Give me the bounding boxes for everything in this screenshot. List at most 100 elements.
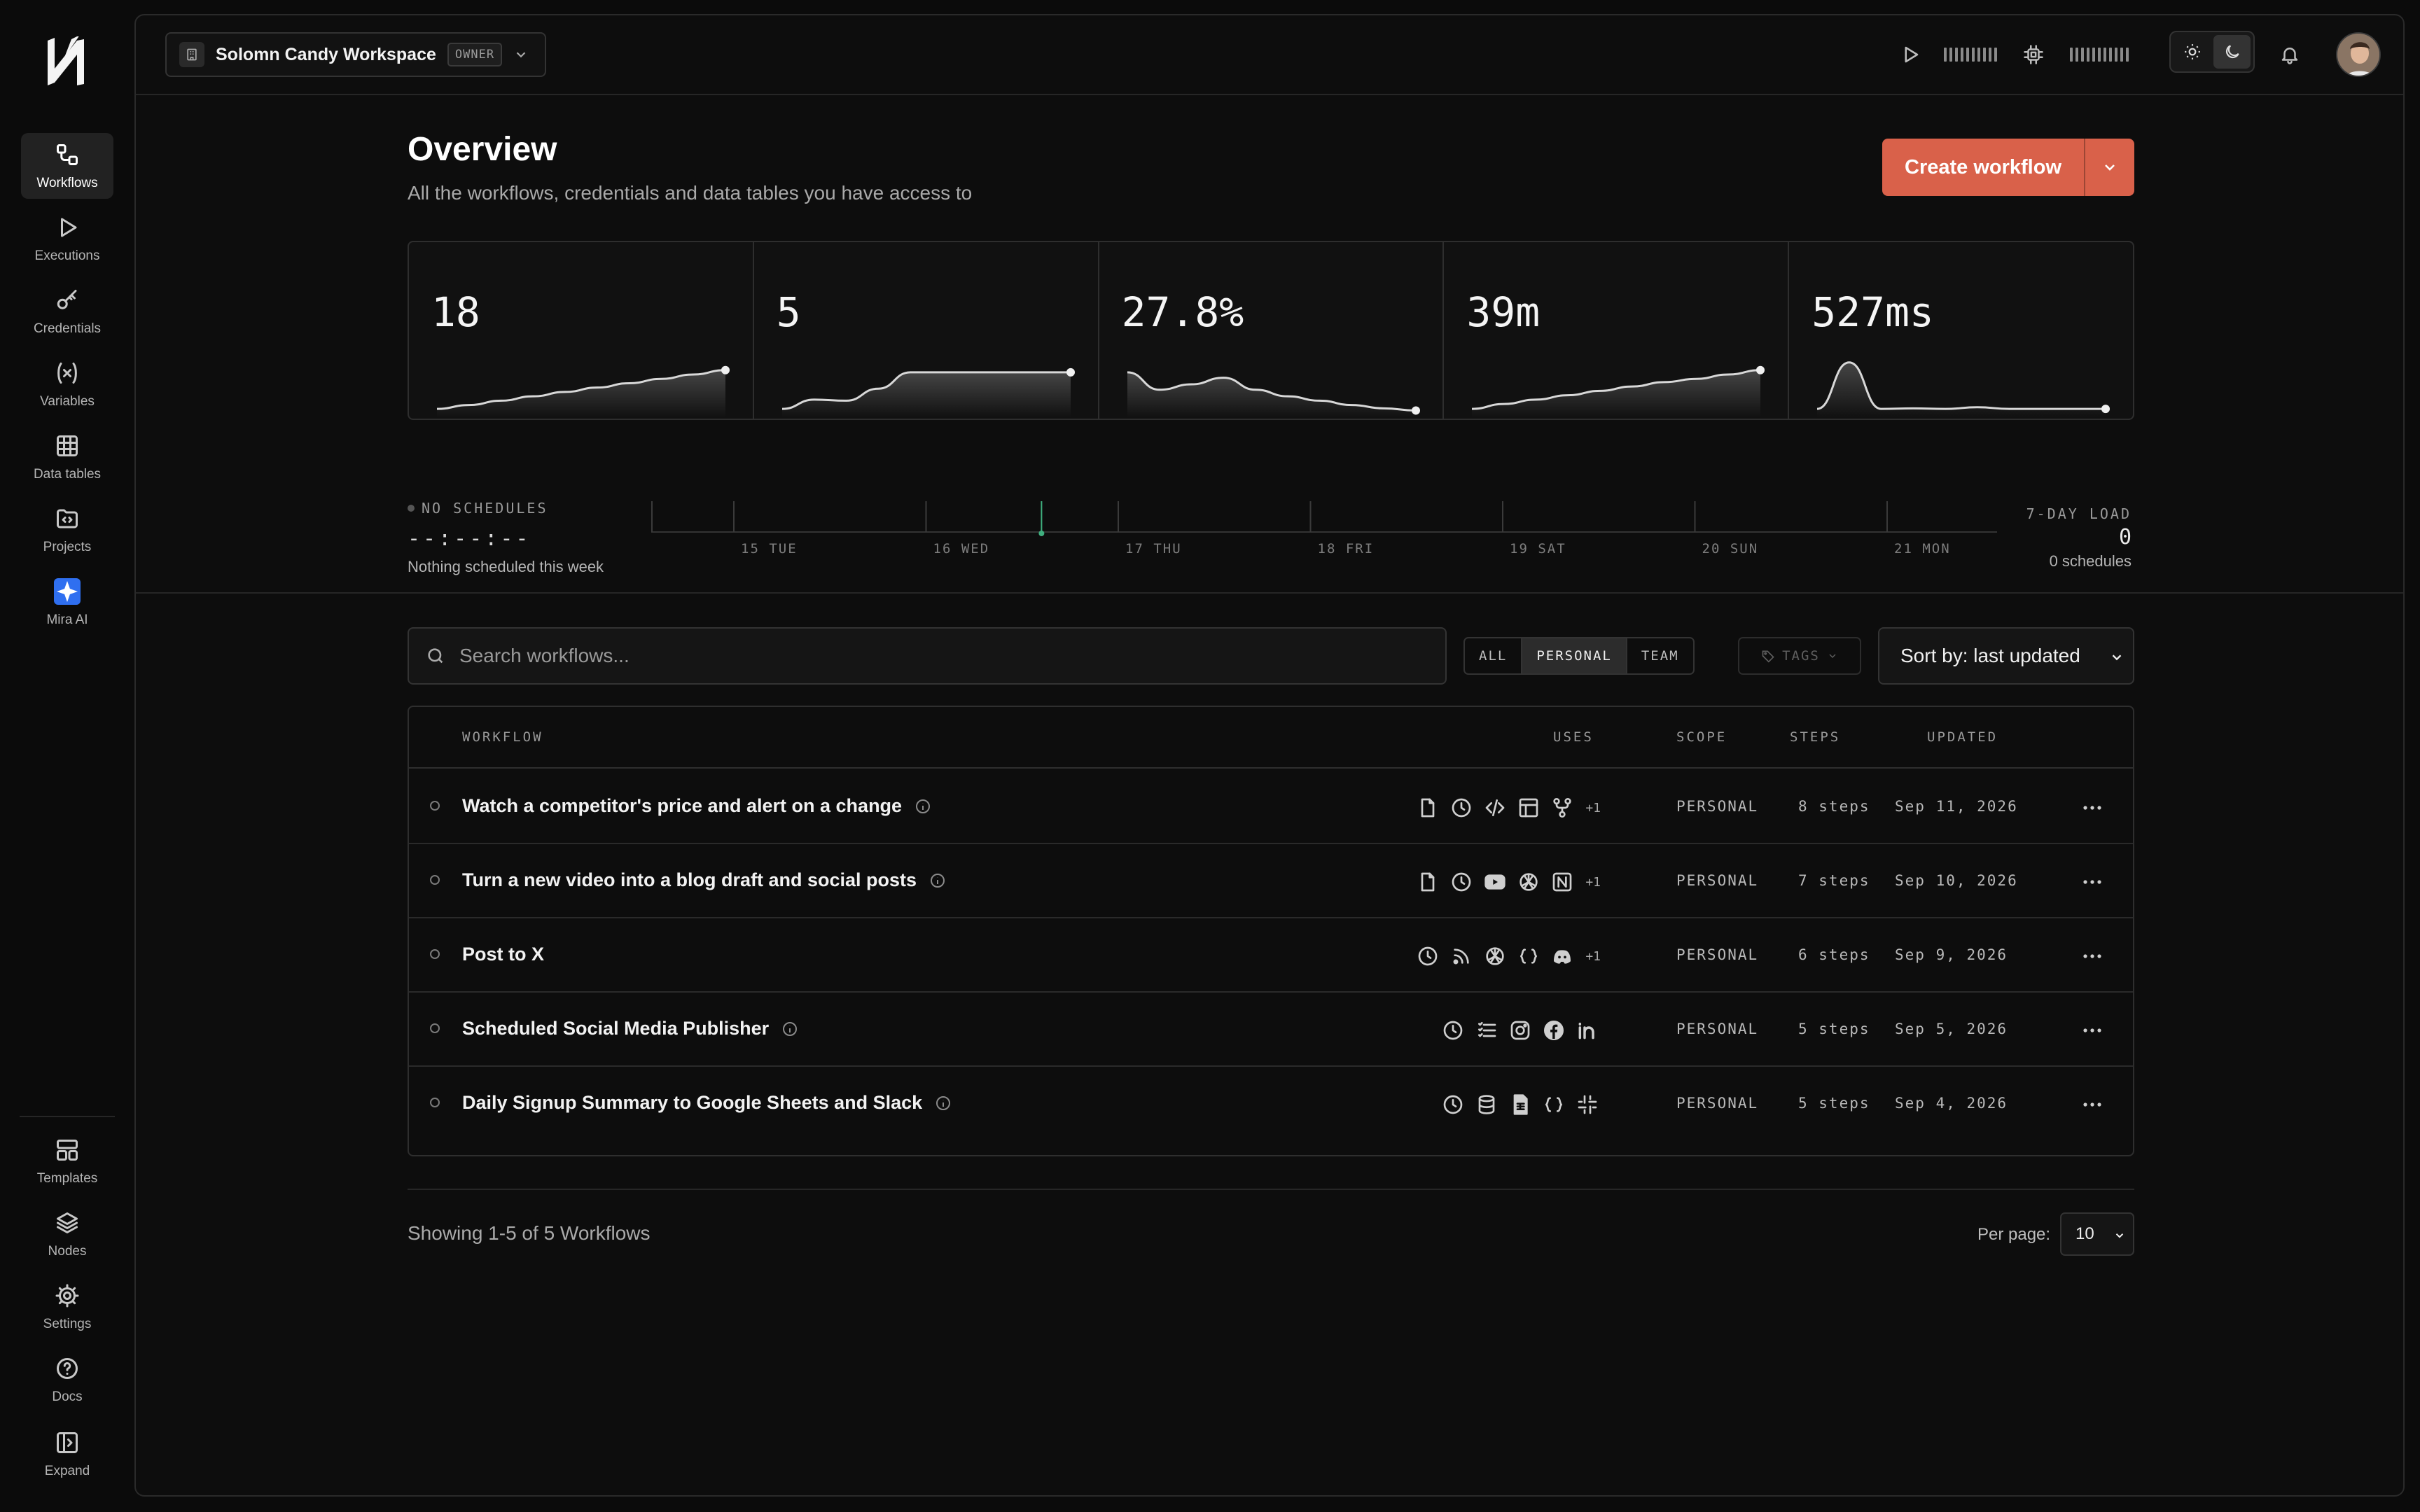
notion-icon — [1552, 872, 1572, 892]
clock-icon — [1443, 1095, 1463, 1114]
cell-scope: PERSONAL — [1676, 1095, 1759, 1112]
column-header-scope[interactable]: SCOPE — [1676, 729, 1727, 745]
row-menu-button[interactable] — [2077, 1018, 2108, 1043]
page-subtitle: All the workflows, credentials and data … — [408, 182, 973, 204]
sidebar-item-settings[interactable]: Settings — [21, 1274, 113, 1340]
row-menu-button[interactable] — [2077, 795, 2108, 820]
sidebar-item-expand[interactable]: Expand — [21, 1421, 113, 1487]
dark-theme-button[interactable] — [2213, 35, 2251, 69]
run-button[interactable] — [1896, 41, 1924, 69]
cell-updated: Sep 9, 2026 — [1895, 946, 2008, 963]
metric-card[interactable]: 527ms — [1789, 242, 2133, 419]
column-header-steps[interactable]: STEPS — [1790, 729, 1840, 745]
tag-icon — [1762, 650, 1774, 663]
metric-card[interactable]: 39m — [1444, 242, 1790, 419]
file-icon — [1421, 872, 1435, 892]
cpu-status-button[interactable] — [2019, 41, 2047, 69]
braces-icon — [1545, 1097, 1562, 1112]
pagination-summary: Showing 1-5 of 5 Workflows — [408, 1222, 651, 1244]
row-menu-button[interactable] — [2077, 944, 2108, 969]
info-button[interactable] — [915, 798, 931, 815]
slack-icon — [1578, 1095, 1597, 1114]
sidebar-item-variables[interactable]: Variables — [21, 351, 113, 417]
tags-filter-button[interactable]: TAGS — [1738, 637, 1861, 675]
sidebar-item-executions[interactable]: Executions — [21, 206, 113, 272]
sidebar-item-mira-ai[interactable]: Mira AI — [21, 570, 113, 636]
metric-card[interactable]: 5 — [754, 242, 1099, 419]
table-icon — [1519, 798, 1538, 818]
per-page-select[interactable]: 10 — [2060, 1212, 2134, 1256]
table-row[interactable]: Watch a competitor's price and alert on … — [409, 770, 2133, 844]
next-run-time: --:--:-- — [408, 526, 531, 551]
metric-card[interactable]: 27.8% — [1099, 242, 1445, 419]
workflow-name[interactable]: Scheduled Social Media Publisher — [462, 1018, 769, 1040]
folder-code-icon — [57, 509, 78, 528]
load-sub: 0 schedules — [2049, 552, 2132, 570]
filter-personal[interactable]: PERSONAL — [1522, 638, 1627, 673]
info-button[interactable] — [935, 1095, 952, 1112]
sidebar: Workflows Executions Credentials Variabl… — [0, 0, 134, 1512]
avatar[interactable] — [2336, 32, 2381, 77]
info-button[interactable] — [781, 1021, 798, 1037]
timeline-day-label: 20 SUN — [1702, 541, 1759, 554]
integration-icon — [1414, 794, 1441, 821]
table-row[interactable]: Daily Signup Summary to Google Sheets an… — [409, 1067, 2133, 1141]
sort-select[interactable]: Sort by: last updated — [1878, 627, 2134, 685]
info-button[interactable] — [929, 872, 946, 889]
column-header-uses[interactable]: USES — [1553, 729, 1594, 745]
sidebar-item-templates[interactable]: Templates — [21, 1128, 113, 1194]
git-fork-icon — [1553, 798, 1571, 818]
gear-icon — [55, 1284, 79, 1308]
metric-value: 5 — [776, 288, 801, 336]
workflow-name-cell: Watch a competitor's price and alert on … — [462, 795, 931, 817]
table-row[interactable]: Turn a new video into a blog draft and s… — [409, 844, 2133, 918]
filter-all[interactable]: ALL — [1465, 638, 1523, 673]
sparkline — [781, 368, 1075, 417]
filter-team[interactable]: TEAM — [1627, 638, 1693, 673]
role-badge: OWNER — [447, 43, 503, 66]
create-workflow-button[interactable]: Create workflow — [1882, 139, 2084, 196]
sidebar-item-nodes[interactable]: Nodes — [21, 1201, 113, 1267]
create-workflow-button-group: Create workflow — [1882, 139, 2134, 196]
create-options-button[interactable] — [2085, 139, 2134, 196]
openai-icon — [1520, 873, 1538, 891]
page-title: Overview — [408, 131, 557, 168]
workflow-name[interactable]: Daily Signup Summary to Google Sheets an… — [462, 1092, 922, 1114]
clock-icon — [1418, 946, 1438, 966]
section-divider — [136, 592, 2403, 594]
schedule-status-text: NO SCHEDULES — [422, 500, 548, 517]
column-header-workflow[interactable]: WORKFLOW — [462, 729, 543, 745]
sidebar-item-workflows[interactable]: Workflows — [21, 133, 113, 199]
timeline-day-label: 16 WED — [933, 541, 990, 554]
search-input[interactable] — [459, 645, 1370, 667]
table-row[interactable]: Scheduled Social Media Publisher PERSONAL… — [409, 993, 2133, 1067]
sidebar-item-projects[interactable]: Projects — [21, 497, 113, 563]
sparkline-area — [781, 372, 1071, 417]
sidebar-item-data-tables[interactable]: Data tables — [21, 424, 113, 490]
metric-card[interactable]: 18 — [409, 242, 754, 419]
sidebar-item-label: Docs — [52, 1390, 83, 1404]
sidebar-item-credentials[interactable]: Credentials — [21, 279, 113, 344]
top-bar: Solomn Candy Workspace OWNER — [136, 15, 2403, 95]
sidebar-item-docs[interactable]: Docs — [21, 1347, 113, 1413]
workspace-switcher[interactable]: Solomn Candy Workspace OWNER — [165, 32, 546, 77]
app-logo[interactable] — [43, 36, 91, 87]
metric-value: 27.8% — [1121, 288, 1244, 336]
row-menu-button[interactable] — [2077, 1092, 2108, 1117]
column-header-updated[interactable]: UPDATED — [1927, 729, 1998, 745]
workflow-name[interactable]: Turn a new video into a blog draft and s… — [462, 869, 917, 891]
sidebar-item-label: Templates — [36, 1171, 98, 1186]
integration-icon — [1448, 794, 1475, 821]
light-theme-button[interactable] — [2174, 35, 2211, 69]
cell-steps: 8 steps — [1798, 798, 1870, 815]
notifications-button[interactable] — [2274, 39, 2305, 70]
table-row[interactable]: Post to X +1 PERSONAL 6 steps Sep 9, 2026 — [409, 918, 2133, 993]
integration-icon — [1515, 794, 1542, 821]
workflow-name[interactable]: Watch a competitor's price and alert on … — [462, 795, 902, 817]
sparkline-area — [437, 370, 725, 417]
schedule-timeline[interactable]: 15 TUE 16 WED 17 THU 18 FRI 19 SAT 20 SUN 21 M… — [651, 498, 1997, 554]
sparkle-icon — [57, 581, 78, 602]
integration-icon — [1473, 1091, 1500, 1118]
row-menu-button[interactable] — [2077, 869, 2108, 895]
workflow-name[interactable]: Post to X — [462, 944, 544, 965]
